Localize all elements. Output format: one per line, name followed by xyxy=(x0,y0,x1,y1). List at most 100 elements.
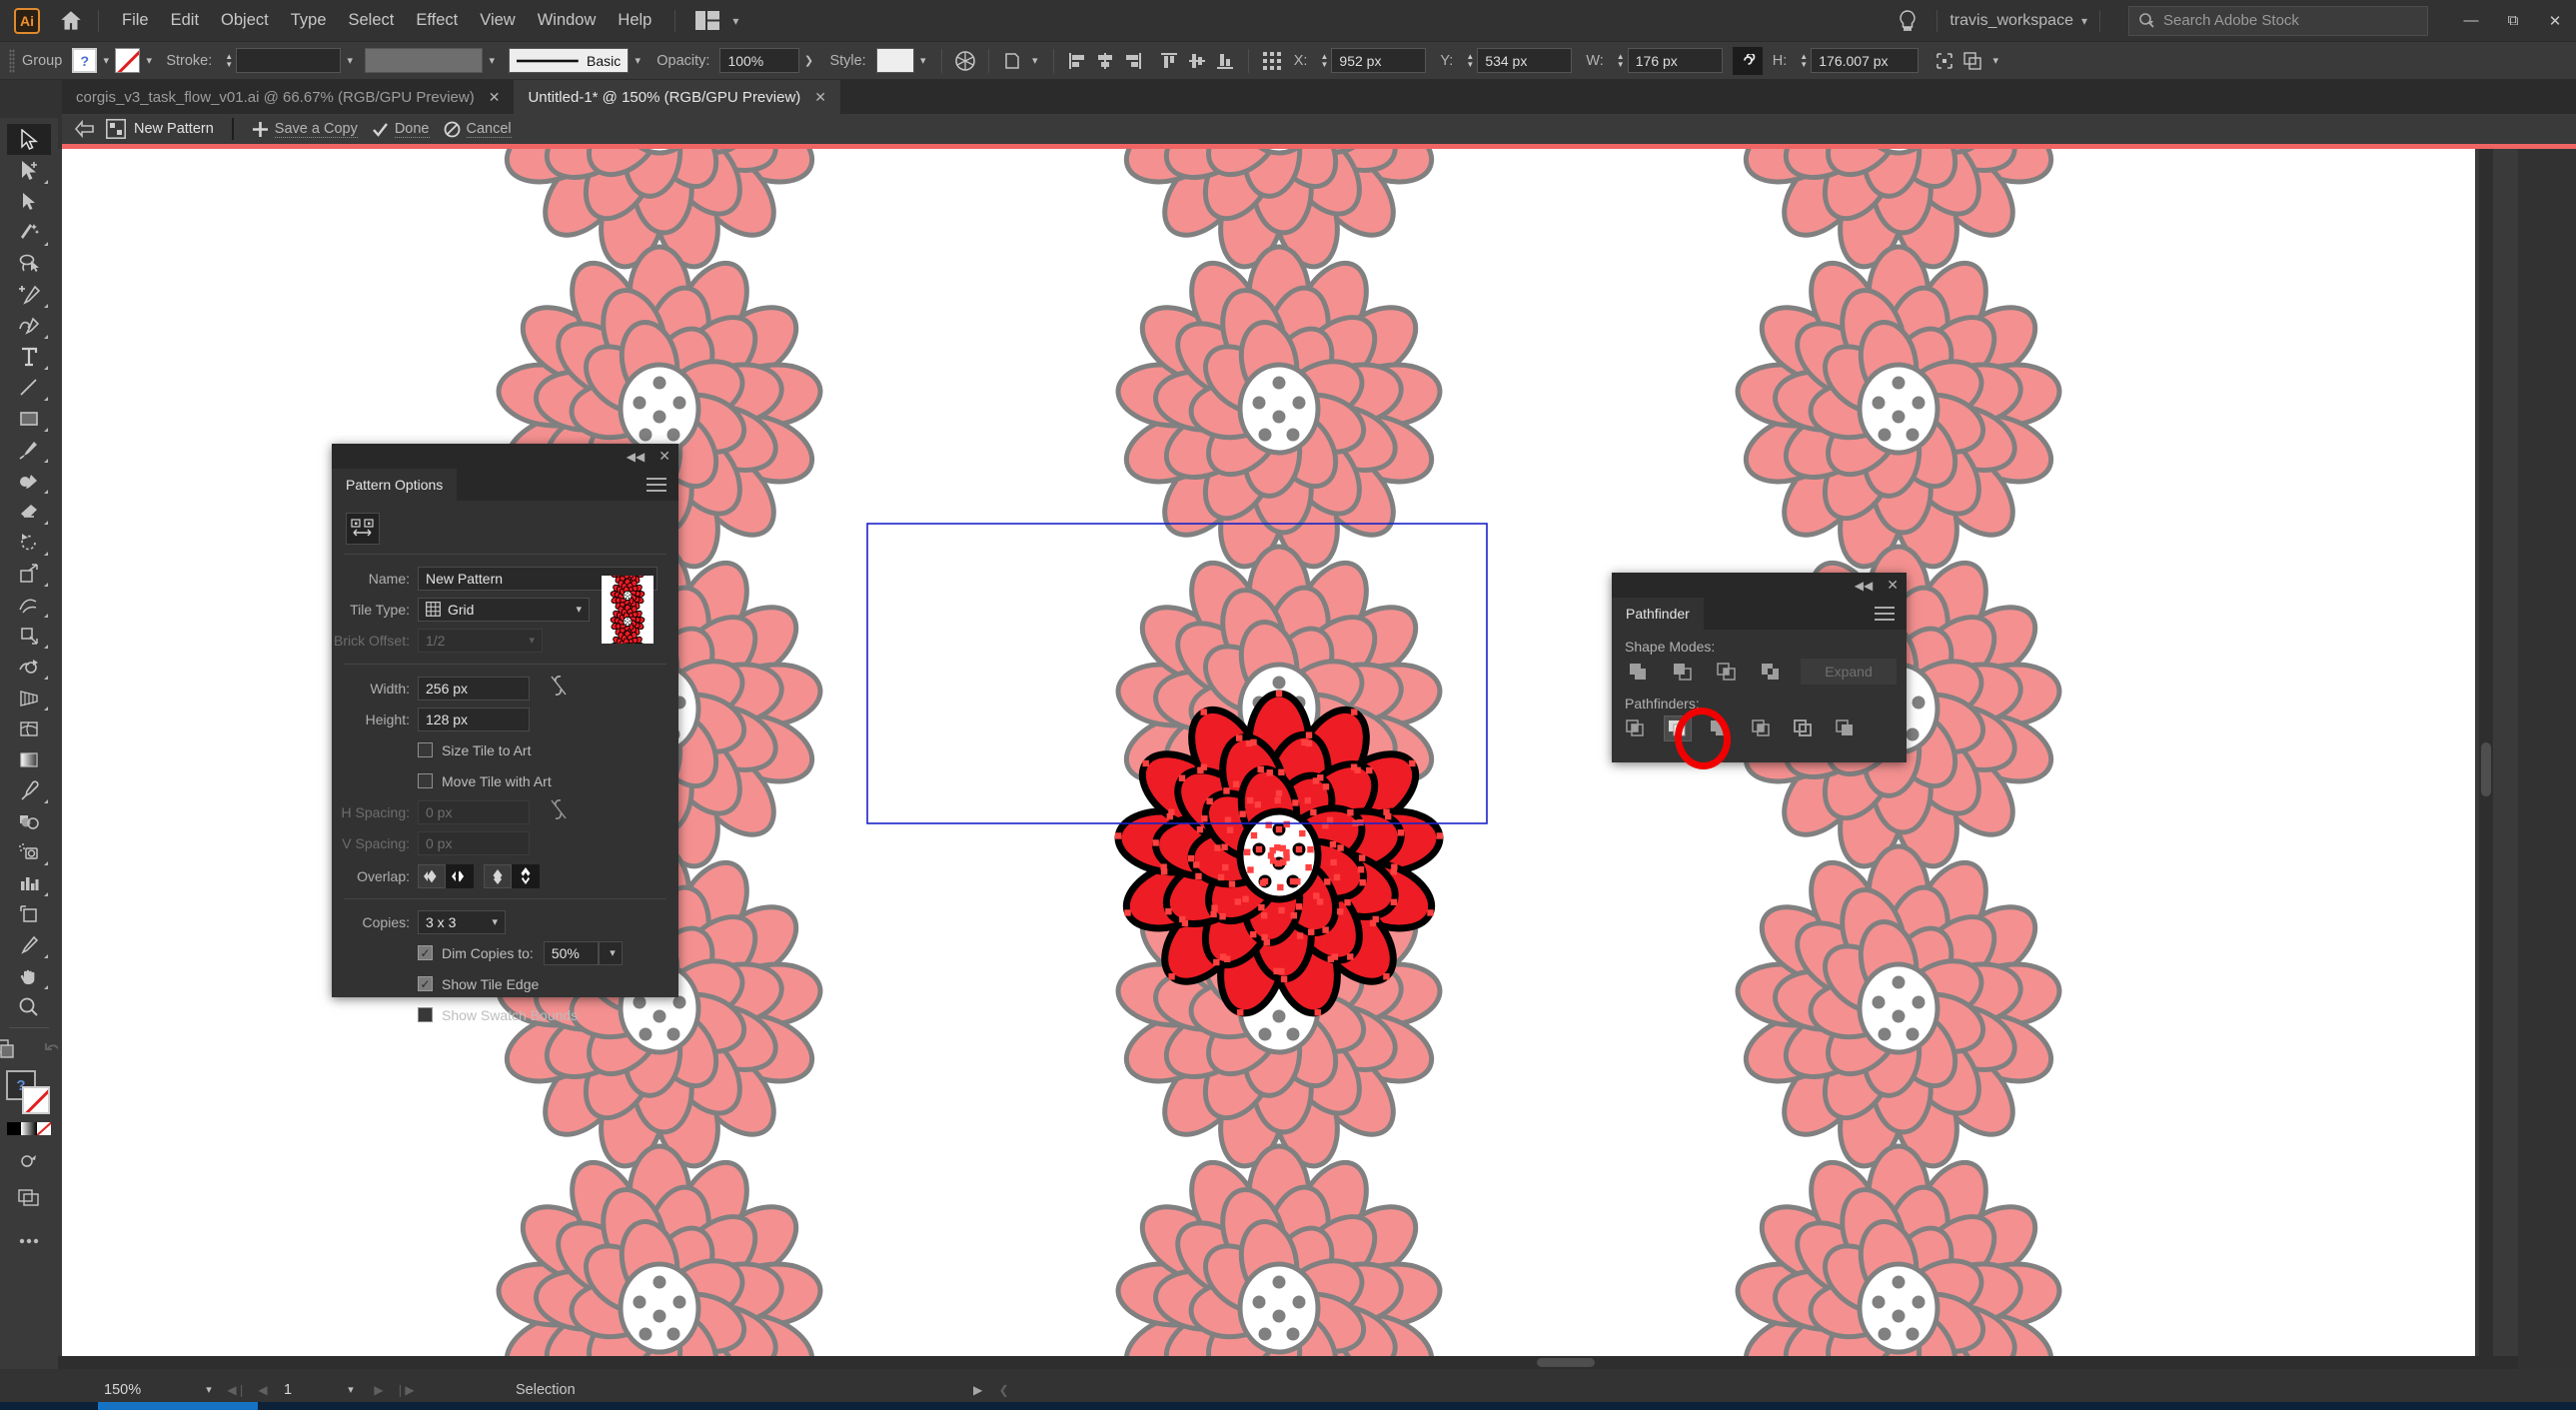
close-button[interactable]: ✕ xyxy=(2534,0,2576,42)
pathfinder-panel[interactable]: ◀◀ ✕ Pathfinder Shape Modes: Expand Path… xyxy=(1612,573,1907,762)
home-icon[interactable] xyxy=(56,6,86,36)
screen-mode-icon[interactable] xyxy=(7,1182,51,1213)
zoom-tool[interactable] xyxy=(7,991,51,1022)
column-graph-tool[interactable] xyxy=(7,867,51,898)
align-center-horizontal-icon[interactable] xyxy=(1091,47,1119,75)
slice-tool[interactable] xyxy=(7,929,51,960)
h-stepper[interactable]: ▲ ▼ xyxy=(1797,52,1811,69)
link-dimensions-icon[interactable] xyxy=(548,673,570,704)
zoom-chevron-down-icon[interactable]: ▾ xyxy=(194,1377,224,1403)
free-transform-tool[interactable] xyxy=(7,620,51,651)
stroke-profile-chevron-down-icon[interactable]: ▾ xyxy=(483,48,501,73)
tile-width-input[interactable]: 256 px xyxy=(418,676,530,701)
brush-definition-field[interactable]: Basic xyxy=(509,48,630,73)
selection-tool[interactable] xyxy=(7,124,51,155)
previous-artboard-button[interactable]: ◀ xyxy=(250,1377,276,1403)
align-right-icon[interactable] xyxy=(1119,47,1147,75)
direct-selection-tool[interactable] xyxy=(7,155,51,186)
overlap-bottom-in-front-button[interactable] xyxy=(512,864,540,888)
overlap-left-in-front-button[interactable] xyxy=(418,864,446,888)
transform-icon[interactable] xyxy=(998,47,1026,75)
minus-back-button[interactable] xyxy=(1832,715,1860,741)
gradient-tool[interactable] xyxy=(7,743,51,774)
show-tile-edge-checkbox[interactable]: ✓ xyxy=(418,976,433,991)
x-field[interactable]: 952 px xyxy=(1331,48,1427,73)
zoom-level-field[interactable]: 150% xyxy=(96,1376,194,1403)
symbol-sprayer-tool[interactable] xyxy=(7,836,51,867)
y-stepper[interactable]: ▲ ▼ xyxy=(1463,52,1477,69)
exclude-button[interactable] xyxy=(1757,659,1785,685)
blend-tool[interactable] xyxy=(7,805,51,836)
mesh-tool[interactable] xyxy=(7,712,51,743)
status-menu-icon[interactable]: ▶ xyxy=(965,1377,991,1403)
eraser-tool[interactable] xyxy=(7,496,51,527)
dim-copies-checkbox[interactable]: ✓ xyxy=(418,945,433,960)
fill-color-swatch[interactable]: ? xyxy=(72,48,98,73)
artboard-number-field[interactable]: 1 xyxy=(276,1377,336,1403)
menu-window[interactable]: Window xyxy=(527,7,608,34)
collapse-icon[interactable]: ◀◀ xyxy=(1855,579,1873,593)
pattern-tile-tool-icon[interactable] xyxy=(346,513,380,545)
menu-effect[interactable]: Effect xyxy=(405,7,469,34)
stroke-weight-chevron-down-icon[interactable]: ▾ xyxy=(341,48,359,73)
reference-point-icon[interactable] xyxy=(1258,47,1286,75)
lock-proportions-icon[interactable] xyxy=(1732,46,1763,75)
divide-button[interactable] xyxy=(1622,715,1650,741)
align-center-vertical-icon[interactable] xyxy=(1183,47,1211,75)
restore-button[interactable]: ⧉ xyxy=(2492,0,2534,42)
gradient-swatch[interactable] xyxy=(21,1122,37,1135)
type-tool[interactable] xyxy=(7,341,51,372)
h-field[interactable]: 176.007 px xyxy=(1811,48,1920,73)
close-icon[interactable]: ✕ xyxy=(489,89,501,106)
next-artboard-button[interactable]: ▶ xyxy=(366,1377,392,1403)
line-segment-tool[interactable] xyxy=(7,372,51,403)
crop-button[interactable] xyxy=(1748,715,1776,741)
hand-tool[interactable] xyxy=(7,960,51,991)
perspective-grid-tool[interactable] xyxy=(7,682,51,712)
move-tile-with-art-checkbox[interactable] xyxy=(418,773,433,788)
dim-copies-select[interactable]: ▾ xyxy=(598,940,623,965)
workspace-chevron-down-icon[interactable]: ▾ xyxy=(2081,14,2087,28)
color-mode-swatches[interactable] xyxy=(7,1122,51,1135)
align-left-icon[interactable] xyxy=(1063,47,1091,75)
horizontal-scrollbar[interactable] xyxy=(58,1356,2518,1369)
tab-pathfinder[interactable]: Pathfinder xyxy=(1612,598,1704,630)
pen-tool[interactable] xyxy=(7,279,51,310)
tile-height-input[interactable]: 128 px xyxy=(418,706,530,731)
overlap-right-in-front-button[interactable] xyxy=(446,864,474,888)
artboard-chevron-down-icon[interactable]: ▾ xyxy=(336,1377,366,1403)
drawing-mode-icon[interactable] xyxy=(7,1145,51,1176)
transform-chevron-down-icon[interactable]: ▾ xyxy=(1026,48,1044,73)
dim-copies-input[interactable]: 50% xyxy=(543,940,599,965)
menu-select[interactable]: Select xyxy=(338,7,406,34)
recolor-artwork-icon[interactable] xyxy=(951,47,979,75)
control-bar-grip[interactable] xyxy=(9,48,15,73)
menu-help[interactable]: Help xyxy=(607,7,662,34)
collapse-icon[interactable]: ◀◀ xyxy=(627,450,644,464)
workspace-switcher[interactable]: travis_workspace xyxy=(1949,12,2073,30)
stroke-chevron-down-icon[interactable]: ▾ xyxy=(140,48,158,73)
document-tab-untitled-1[interactable]: Untitled-1* @ 150% (RGB/GPU Preview) ✕ xyxy=(514,80,841,114)
copies-select[interactable]: 3 x 3 ▾ xyxy=(418,909,506,934)
scale-tool[interactable] xyxy=(7,558,51,589)
save-a-copy-button[interactable]: Save a Copy xyxy=(252,121,358,138)
menu-file[interactable]: File xyxy=(111,7,160,34)
arrange-chevron-down-icon[interactable]: ▾ xyxy=(1986,48,2004,73)
graphic-style-swatch[interactable] xyxy=(875,48,914,73)
pattern-options-panel[interactable]: ◀◀ ✕ Pattern Options Name: New Pattern T… xyxy=(332,444,678,1023)
fill-chevron-down-icon[interactable]: ▾ xyxy=(97,48,115,73)
panel-menu-icon[interactable] xyxy=(646,469,678,501)
minimize-button[interactable]: — xyxy=(2450,0,2492,42)
color-swatch-black[interactable] xyxy=(7,1122,21,1135)
show-swatch-bounds-checkbox[interactable] xyxy=(418,1007,433,1022)
group-selection-tool[interactable] xyxy=(7,186,51,217)
brush-chevron-down-icon[interactable]: ▾ xyxy=(629,48,646,73)
menu-view[interactable]: View xyxy=(469,7,526,34)
document-tab-corgis[interactable]: corgis_v3_task_flow_v01.ai @ 66.67% (RGB… xyxy=(62,80,515,114)
eyedropper-tool[interactable] xyxy=(7,774,51,805)
adobe-stock-search[interactable]: Search Adobe Stock xyxy=(2128,5,2428,36)
stroke-weight-stepper[interactable]: ▲ ▼ xyxy=(222,52,236,69)
close-icon[interactable]: ✕ xyxy=(658,448,670,465)
size-tile-to-art-row[interactable]: Size Tile to Art xyxy=(332,734,678,765)
vertical-scrollbar[interactable] xyxy=(2479,149,2493,1369)
